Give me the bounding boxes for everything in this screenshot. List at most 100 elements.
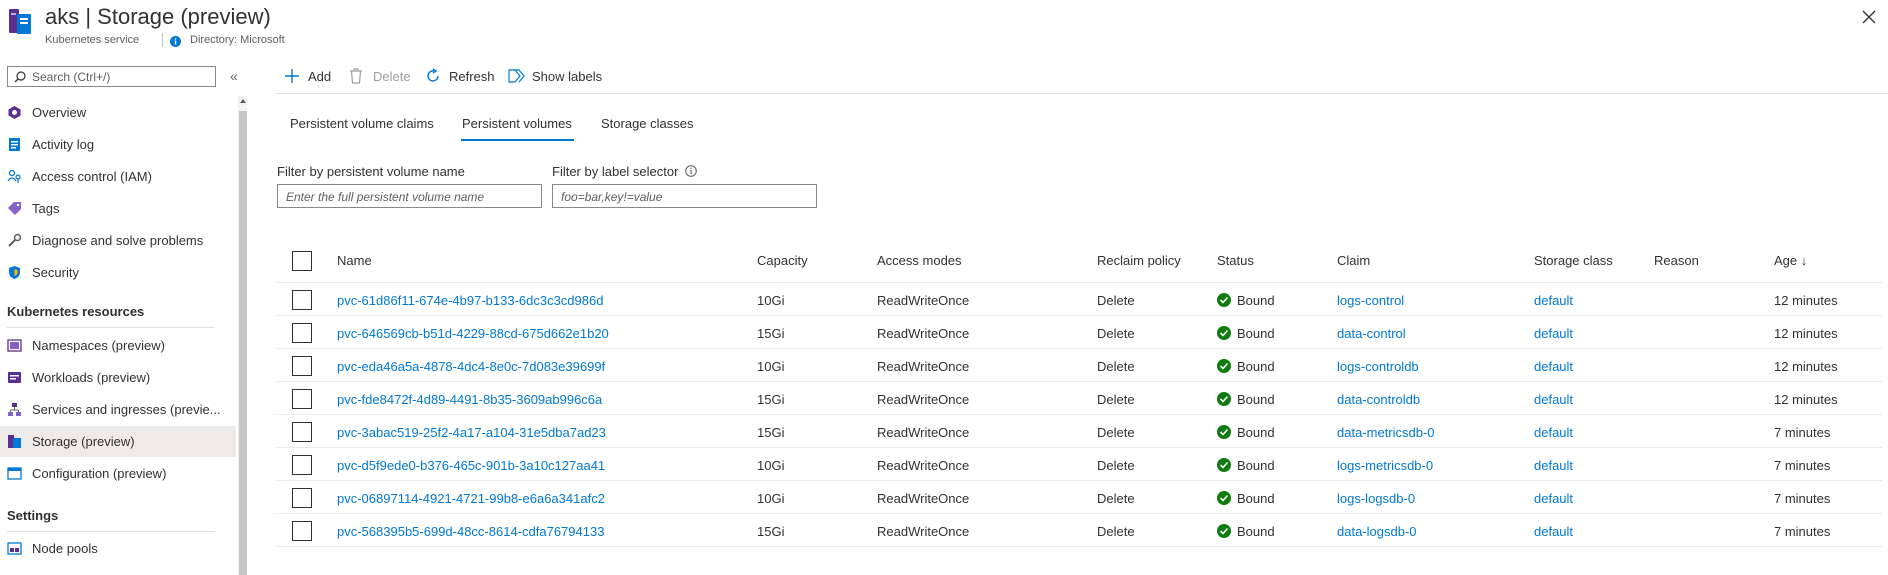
pv-name-link[interactable]: pvc-646569cb-b51d-4229-88cd-675d662e1b20 [337, 326, 609, 341]
page-title: aks | Storage (preview) [45, 4, 271, 29]
sidebar-item-label: Activity log [32, 137, 95, 152]
claim-link[interactable]: data-metricsdb-0 [1337, 425, 1435, 440]
row-checkbox[interactable] [292, 389, 312, 409]
capacity-cell: 10Gi [757, 359, 785, 374]
claim-link[interactable]: logs-metricsdb-0 [1337, 458, 1433, 473]
delete-label: Delete [373, 69, 411, 84]
collapse-sidebar-icon[interactable]: « [230, 68, 238, 84]
active-tab-indicator [461, 139, 574, 141]
row-checkbox[interactable] [292, 488, 312, 508]
success-check-icon [1217, 293, 1231, 307]
column-header-reason[interactable]: Reason [1654, 253, 1699, 268]
show-labels-button[interactable]: Show labels [508, 66, 603, 88]
column-header-reclaim-policy[interactable]: Reclaim policy [1097, 253, 1181, 268]
sidebar-scrollbar-thumb[interactable] [239, 111, 247, 575]
sidebar-item-activity-log[interactable]: Activity log [0, 129, 236, 160]
scroll-up-arrow-icon[interactable] [240, 99, 246, 103]
overview-icon [8, 106, 21, 119]
pv-name-link[interactable]: pvc-3abac519-25f2-4a17-a104-31e5dba7ad23 [337, 425, 606, 440]
shield-icon [9, 266, 20, 279]
tab-persistent-volume-claims[interactable]: Persistent volume claims [290, 116, 434, 131]
add-button[interactable]: Add [284, 66, 344, 88]
storage-class-link[interactable]: default [1534, 524, 1573, 539]
filter-name-input[interactable]: Enter the full persistent volume name [277, 184, 542, 208]
claim-link[interactable]: logs-control [1337, 293, 1404, 308]
close-icon[interactable] [1862, 10, 1876, 24]
refresh-icon [427, 68, 439, 82]
info-icon [170, 35, 181, 47]
pv-name-link[interactable]: pvc-fde8472f-4d89-4491-8b35-3609ab996c6a [337, 392, 602, 407]
pv-name-link[interactable]: pvc-568395b5-699d-48cc-8614-cdfa76794133 [337, 524, 604, 539]
sidebar-item-storage[interactable]: Storage (preview) [0, 426, 236, 457]
age-cell: 12 minutes [1774, 326, 1838, 341]
filter-selector-placeholder: foo=bar,key!=value [561, 190, 663, 204]
row-checkbox[interactable] [292, 290, 312, 310]
sidebar-item-configuration[interactable]: Configuration (preview) [0, 458, 236, 489]
pv-name-link[interactable]: pvc-d5f9ede0-b376-465c-901b-3a10c127aa41 [337, 458, 605, 473]
activity-log-icon [9, 138, 20, 151]
search-input[interactable]: Search (Ctrl+/) [7, 66, 216, 87]
reclaim-policy-cell: Delete [1097, 359, 1135, 374]
storage-class-link[interactable]: default [1534, 293, 1573, 308]
row-checkbox[interactable] [292, 521, 312, 541]
sidebar-item-namespaces[interactable]: Namespaces (preview) [0, 330, 236, 361]
storage-class-link[interactable]: default [1534, 359, 1573, 374]
storage-class-link[interactable]: default [1534, 425, 1573, 440]
access-modes-cell: ReadWriteOnce [877, 392, 970, 407]
row-checkbox[interactable] [292, 323, 312, 343]
storage-class-link[interactable]: default [1534, 326, 1573, 341]
tab-persistent-volumes[interactable]: Persistent volumes [462, 116, 572, 131]
claim-link[interactable]: logs-controldb [1337, 359, 1419, 374]
pv-name-link[interactable]: pvc-eda46a5a-4878-4dc4-8e0c-7d083e39699f [337, 359, 605, 374]
status-cell: Bound [1237, 293, 1275, 308]
pv-name-link[interactable]: pvc-06897114-4921-4721-99b8-e6a6a341afc2 [337, 491, 605, 506]
status-cell: Bound [1237, 425, 1275, 440]
column-header-storage-class[interactable]: Storage class [1534, 253, 1613, 268]
tab-storage-classes[interactable]: Storage classes [601, 116, 694, 131]
column-header-capacity[interactable]: Capacity [757, 253, 808, 268]
age-cell: 12 minutes [1774, 293, 1838, 308]
column-header-status[interactable]: Status [1217, 253, 1254, 268]
sidebar-item-label: Services and ingresses (previe... [32, 402, 221, 417]
column-header-name[interactable]: Name [337, 253, 372, 268]
age-cell: 12 minutes [1774, 359, 1838, 374]
select-all-checkbox[interactable] [292, 251, 312, 271]
status-cell: Bound [1237, 359, 1275, 374]
row-checkbox[interactable] [292, 356, 312, 376]
column-header-claim[interactable]: Claim [1337, 253, 1370, 268]
sidebar-item-diagnose[interactable]: Diagnose and solve problems [0, 225, 236, 256]
refresh-button[interactable]: Refresh [425, 66, 495, 88]
success-check-icon [1217, 491, 1231, 505]
row-checkbox[interactable] [292, 455, 312, 475]
sidebar-item-workloads[interactable]: Workloads (preview) [0, 362, 236, 393]
sidebar-item-tags[interactable]: Tags [0, 193, 236, 224]
pv-name-link[interactable]: pvc-61d86f11-674e-4b97-b133-6dc3c3cd986d [337, 293, 603, 308]
row-checkbox[interactable] [292, 422, 312, 442]
column-header-age[interactable]: Age ↓ [1774, 253, 1807, 268]
sidebar-item-security[interactable]: Security [0, 257, 236, 288]
reclaim-policy-cell: Delete [1097, 392, 1135, 407]
claim-link[interactable]: data-controldb [1337, 392, 1420, 407]
reclaim-policy-cell: Delete [1097, 326, 1135, 341]
filter-selector-input[interactable]: foo=bar,key!=value [552, 184, 817, 208]
claim-link[interactable]: data-logsdb-0 [1337, 524, 1417, 539]
info-icon[interactable] [685, 165, 697, 177]
column-header-access-modes[interactable]: Access modes [877, 253, 962, 268]
success-check-icon [1217, 326, 1231, 340]
sidebar-item-services[interactable]: Services and ingresses (previe... [0, 394, 236, 425]
storage-class-link[interactable]: default [1534, 392, 1573, 407]
access-modes-cell: ReadWriteOnce [877, 491, 970, 506]
subtitle-divider [162, 33, 163, 47]
delete-button[interactable]: Delete [349, 66, 419, 88]
sidebar-item-access-control[interactable]: Access control (IAM) [0, 161, 236, 192]
sidebar-item-overview[interactable]: Overview [0, 97, 236, 128]
claim-link[interactable]: data-control [1337, 326, 1406, 341]
search-icon [14, 71, 26, 83]
capacity-cell: 15Gi [757, 425, 785, 440]
storage-class-link[interactable]: default [1534, 458, 1573, 473]
search-placeholder: Search (Ctrl+/) [32, 70, 111, 84]
claim-link[interactable]: logs-logsdb-0 [1337, 491, 1415, 506]
sidebar-item-node-pools[interactable]: Node pools [0, 533, 236, 564]
storage-class-link[interactable]: default [1534, 491, 1573, 506]
storage-icon [8, 435, 21, 448]
